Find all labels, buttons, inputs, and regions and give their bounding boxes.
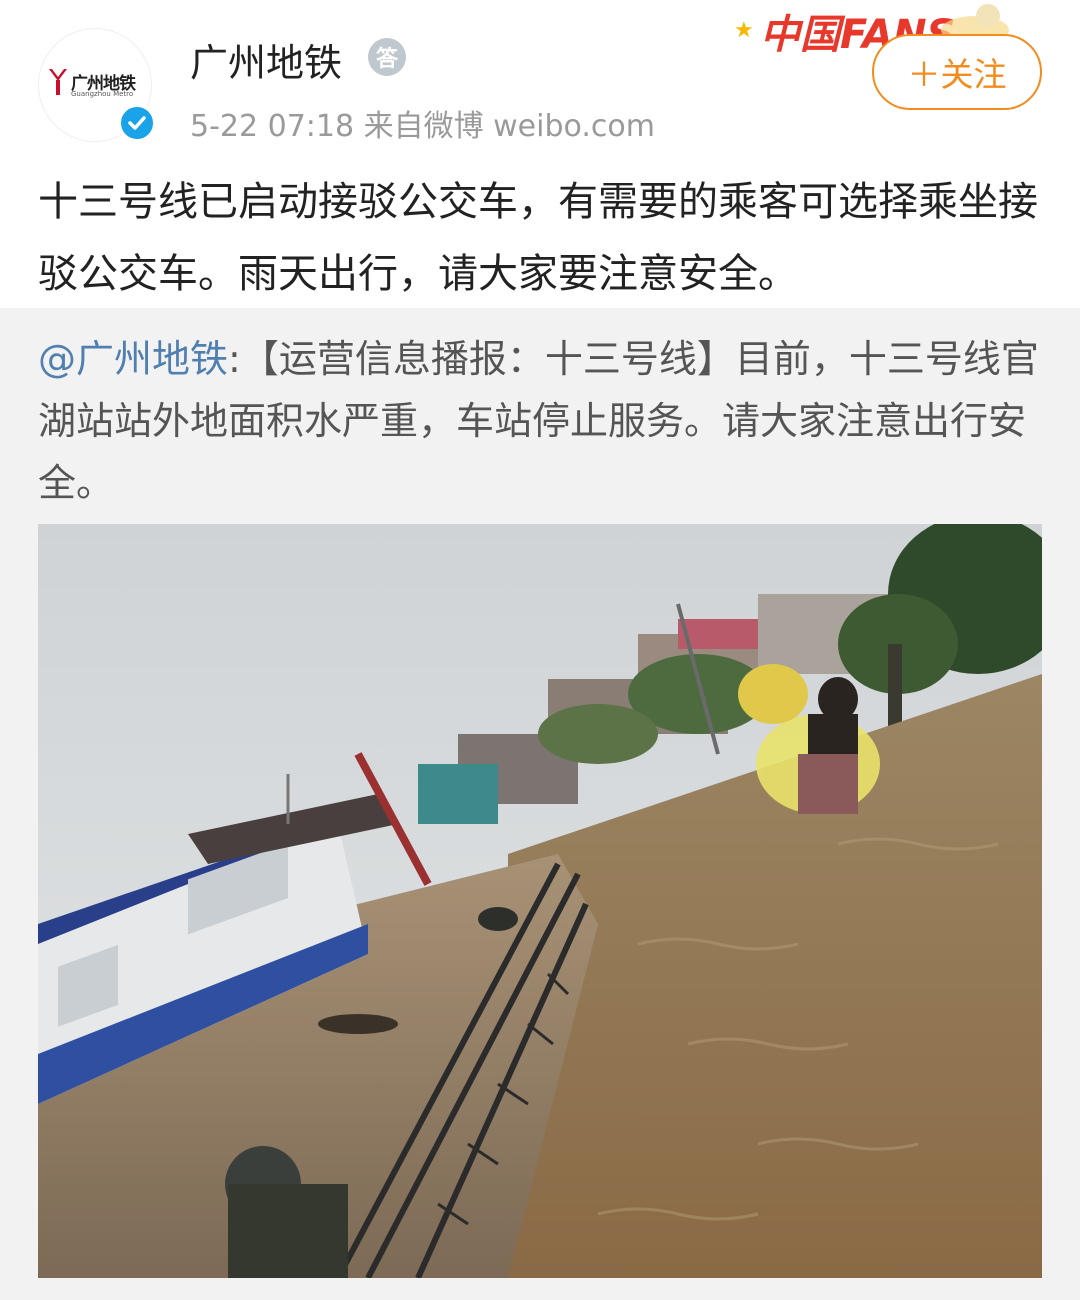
avatar-logo-en: Guangzhou Metro [71,90,134,98]
account-name[interactable]: 广州地铁 [190,32,342,87]
post-meta: 5-22 07:18 来自微博 weibo.com [190,109,655,144]
post-header: 广州地铁 Guangzhou Metro 广州地铁 答 5-22 07:18 来… [0,0,1080,150]
star-icon: ★ [734,18,754,43]
retweet-text: @广州地铁:【运营信息播报：十三号线】目前，十三号线官湖站站外地面积水严重，车站… [38,328,1048,514]
metro-logo-icon [49,69,67,95]
follow-button[interactable]: ＋关注 [872,34,1042,110]
medal-icon: 答 [368,38,406,76]
post-text: 十三号线已启动接驳公交车，有需要的乘客可选择乘坐接驳公交车。雨天出行，请大家要注… [38,179,1038,297]
flood-photo[interactable] [38,524,1042,1278]
flood-street-image [38,524,1042,1278]
mention-link[interactable]: @广州地铁 [38,337,228,381]
verified-icon [118,104,156,142]
